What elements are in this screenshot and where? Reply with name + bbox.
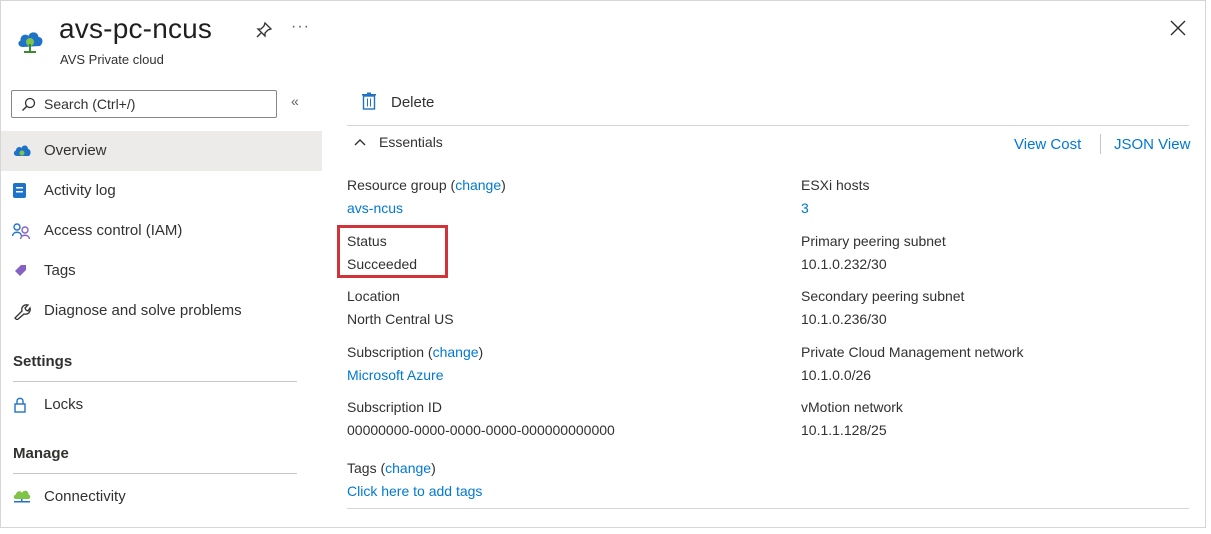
toolbar-divider — [347, 125, 1189, 126]
sidebar-item-access-control[interactable]: Access control (IAM) — [1, 211, 322, 251]
vmotion-network-label: vMotion network — [801, 399, 903, 415]
network-cloud-icon — [13, 490, 31, 503]
essentials-toggle[interactable]: Essentials — [353, 133, 503, 161]
sidebar-item-label: Locks — [44, 396, 84, 413]
resource-menu: Search (Ctrl+/) « Overview Activity log — [1, 81, 323, 527]
primary-peering-subnet-value: 10.1.0.232/30 — [801, 256, 887, 272]
add-tags-link[interactable]: Click here to add tags — [347, 483, 482, 499]
sidebar-item-label: Connectivity — [44, 488, 126, 505]
sidebar-item-label: Access control (IAM) — [44, 222, 183, 239]
section-heading-manage: Manage — [13, 445, 69, 462]
status-highlight-box — [337, 225, 448, 278]
log-icon — [13, 183, 26, 198]
tags-change-link[interactable]: change — [385, 460, 431, 476]
link-separator — [1100, 134, 1101, 154]
sidebar-item-diagnose[interactable]: Diagnose and solve problems — [1, 291, 322, 331]
essentials-label: Essentials — [379, 134, 443, 150]
collapse-menu-icon[interactable]: « — [291, 93, 299, 109]
page-subtitle: AVS Private cloud — [60, 52, 164, 67]
section-divider — [13, 473, 297, 474]
cloud-icon — [13, 145, 31, 156]
primary-peering-subnet-label: Primary peering subnet — [801, 233, 946, 249]
section-divider — [13, 381, 297, 382]
secondary-peering-subnet-value: 10.1.0.236/30 — [801, 311, 887, 327]
sidebar-item-label: Activity log — [44, 182, 116, 199]
delete-button[interactable]: Delete — [349, 85, 441, 121]
essentials-divider — [347, 508, 1189, 509]
sidebar-item-connectivity[interactable]: Connectivity — [1, 477, 322, 517]
sidebar-item-label: Overview — [44, 142, 107, 159]
location-label: Location — [347, 288, 400, 304]
subscription-change-link[interactable]: change — [433, 344, 479, 360]
management-network-label: Private Cloud Management network — [801, 344, 1024, 360]
secondary-peering-subnet-label: Secondary peering subnet — [801, 288, 965, 304]
main-content: Delete Essentials View Cost JSON View Re… — [347, 81, 1205, 527]
sidebar-item-label: Diagnose and solve problems — [44, 302, 242, 319]
json-view-link[interactable]: JSON View — [1114, 136, 1190, 153]
field-label-text: Tags — [347, 460, 377, 476]
sidebar-item-label: Tags — [44, 262, 76, 279]
sidebar-item-overview[interactable]: Overview — [1, 131, 322, 171]
subscription-value-link[interactable]: Microsoft Azure — [347, 367, 443, 383]
delete-label: Delete — [391, 94, 435, 111]
lock-icon — [14, 397, 26, 413]
blade-header: avs-pc-ncus AVS Private cloud ··· — [1, 1, 1205, 75]
view-cost-link[interactable]: View Cost — [1014, 136, 1081, 153]
location-value: North Central US — [347, 311, 454, 327]
resource-blade: avs-pc-ncus AVS Private cloud ··· Search… — [0, 0, 1206, 528]
sidebar-item-activity-log[interactable]: Activity log — [1, 171, 322, 211]
resource-group-label: Resource group (change) — [347, 177, 506, 193]
page-title: avs-pc-ncus — [59, 13, 213, 44]
people-icon — [12, 223, 31, 240]
more-options-icon[interactable]: ··· — [291, 18, 310, 36]
subscription-id-label: Subscription ID — [347, 399, 442, 415]
search-icon — [22, 97, 36, 111]
close-icon[interactable] — [1169, 19, 1187, 37]
resource-group-change-link[interactable]: change — [455, 177, 501, 193]
field-label-text: Subscription — [347, 344, 425, 360]
esxi-hosts-label: ESXi hosts — [801, 177, 870, 193]
trash-icon — [362, 92, 376, 110]
tag-icon — [15, 265, 26, 276]
pin-icon[interactable] — [255, 21, 273, 39]
avs-cloud-icon — [18, 32, 43, 53]
esxi-hosts-value-link[interactable]: 3 — [801, 200, 809, 216]
search-input[interactable]: Search (Ctrl+/) — [11, 90, 277, 118]
chevron-up-icon — [354, 139, 366, 146]
management-network-value: 10.1.0.0/26 — [801, 367, 872, 383]
tags-label: Tags (change) — [347, 460, 436, 476]
search-placeholder: Search (Ctrl+/) — [44, 96, 136, 112]
subscription-id-value: 00000000-0000-0000-0000-000000000000 — [347, 422, 615, 438]
vmotion-network-value: 10.1.1.128/25 — [801, 422, 887, 438]
sidebar-item-locks[interactable]: Locks — [1, 385, 322, 425]
resource-group-value-link[interactable]: avs-ncus — [347, 200, 403, 216]
sidebar-item-tags[interactable]: Tags — [1, 251, 322, 291]
wrench-icon — [14, 304, 31, 320]
section-heading-settings: Settings — [13, 353, 73, 370]
subscription-label: Subscription (change) — [347, 344, 484, 360]
field-label-text: Resource group — [347, 177, 447, 193]
